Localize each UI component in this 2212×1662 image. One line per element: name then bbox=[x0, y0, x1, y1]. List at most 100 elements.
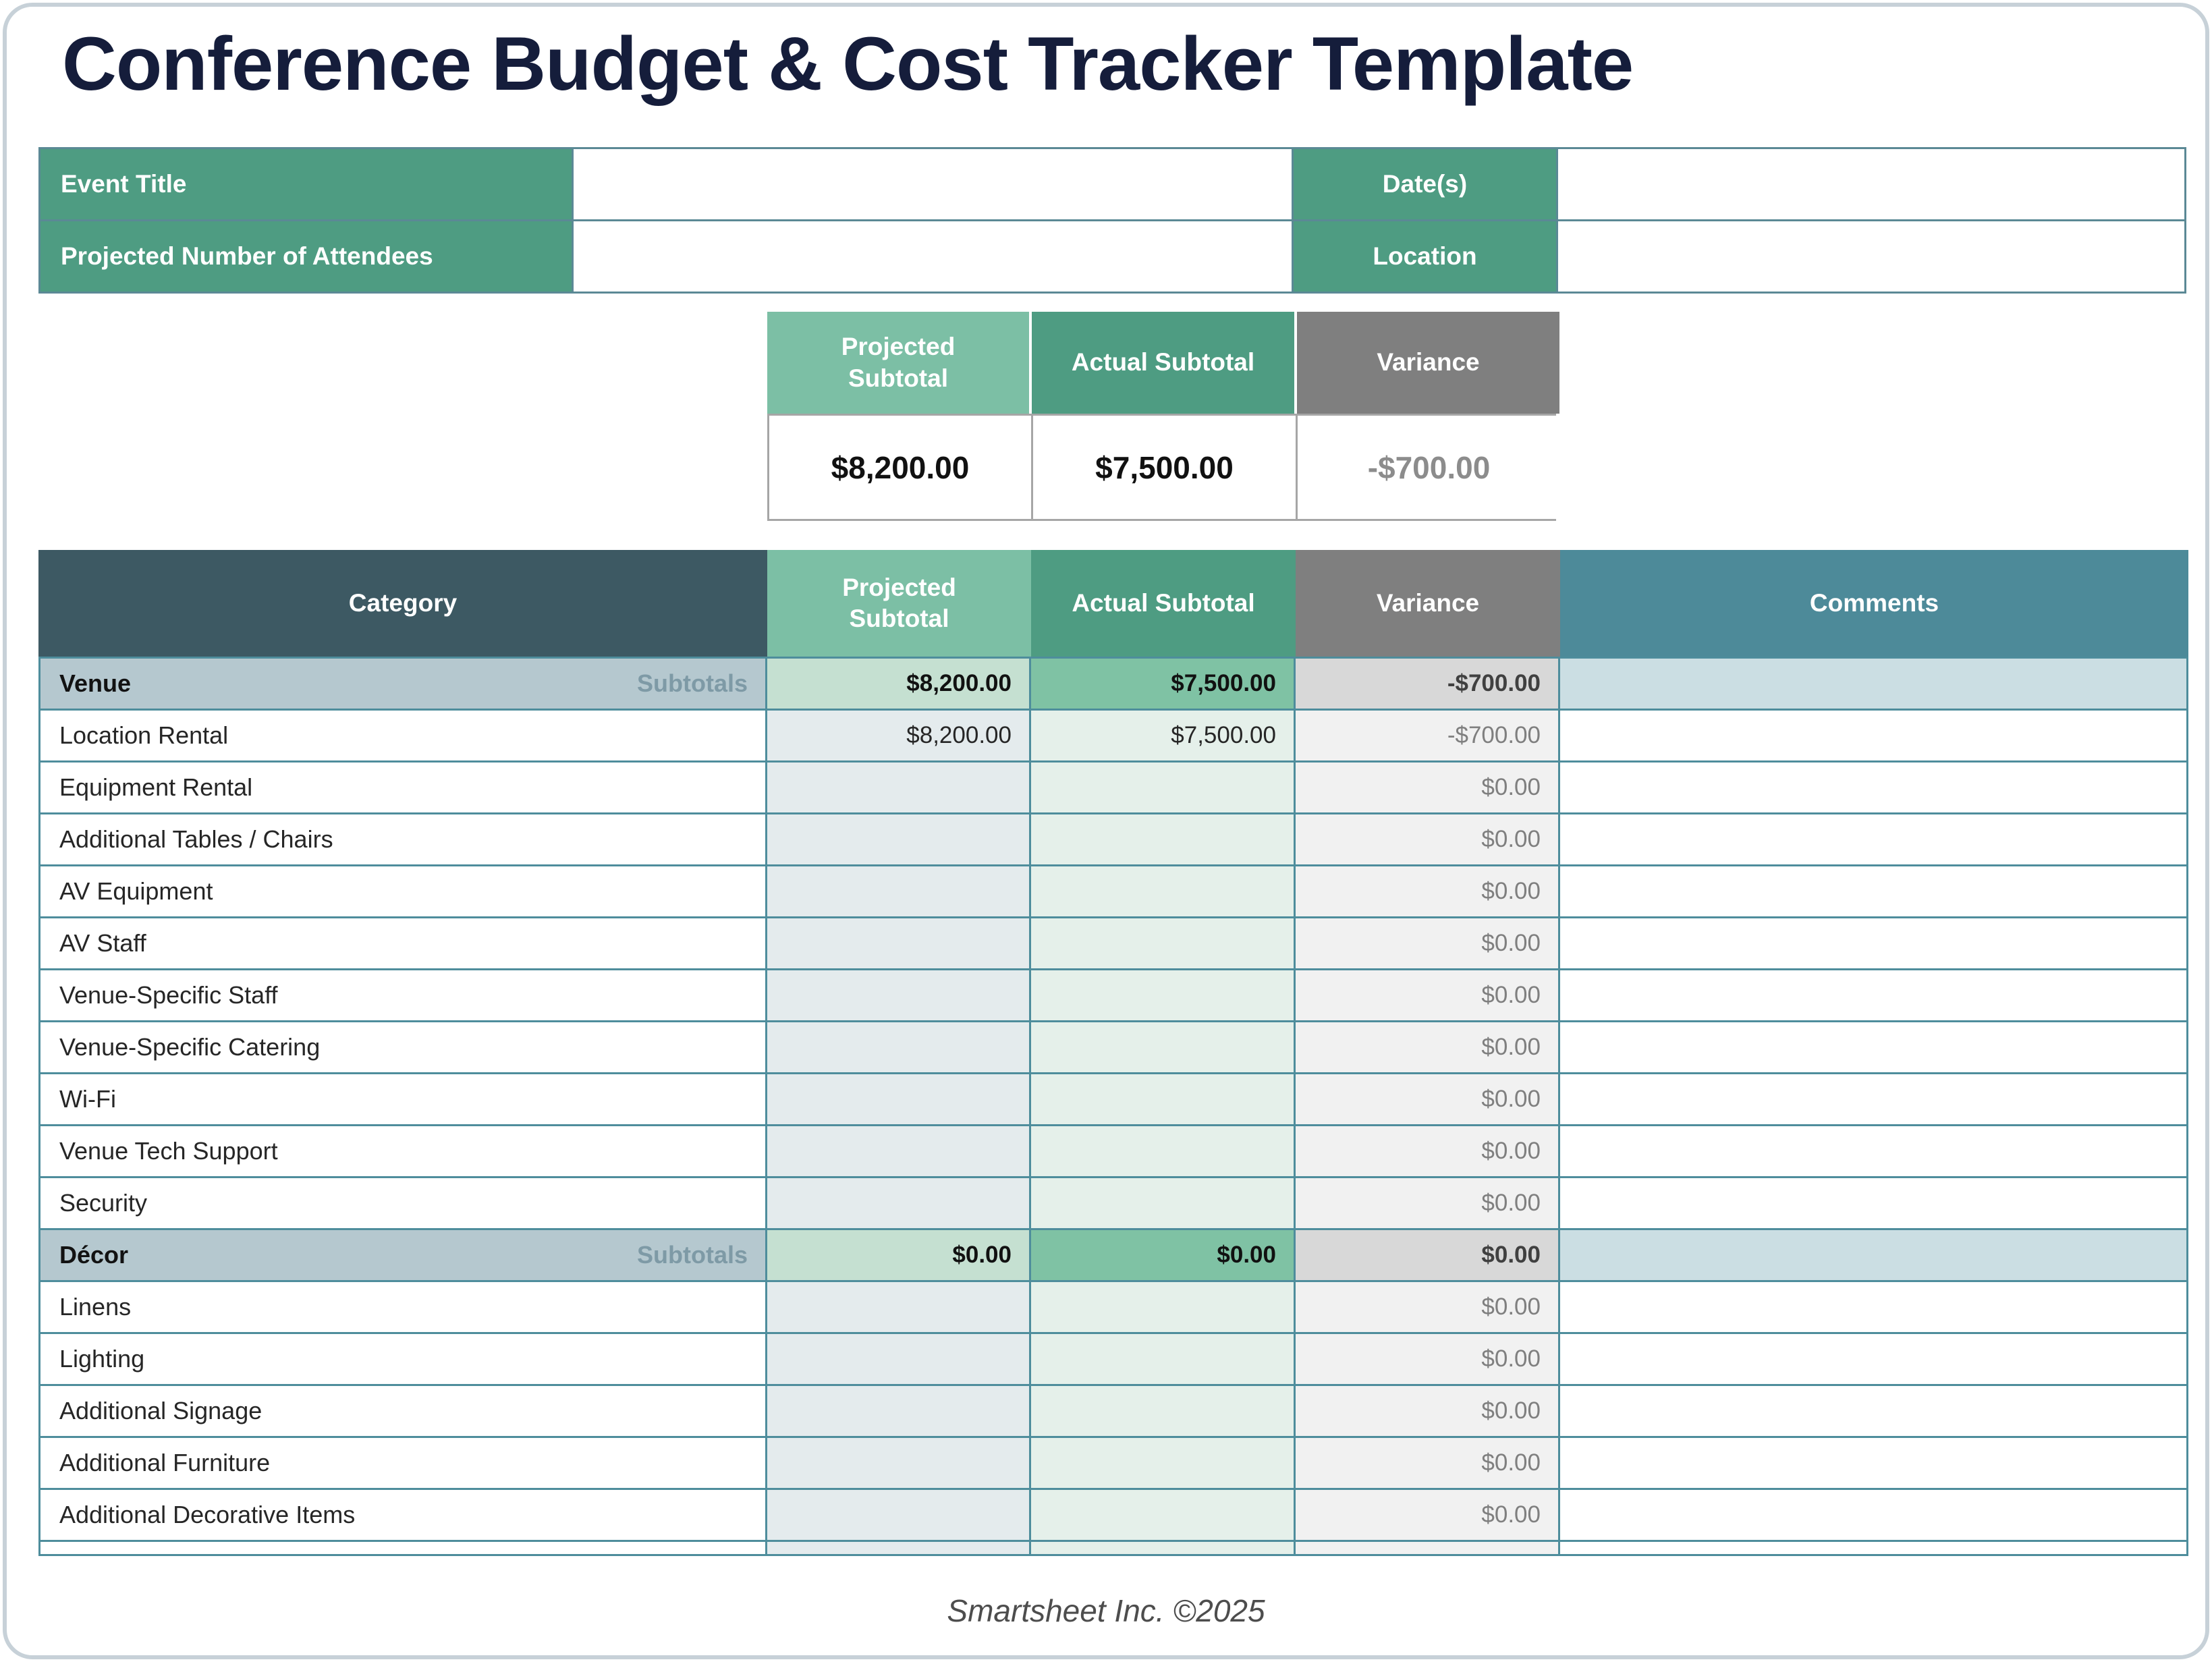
summary-value-projected[interactable]: $8,200.00 bbox=[769, 416, 1031, 519]
cell-actual[interactable] bbox=[1031, 1386, 1294, 1436]
cell-comments[interactable] bbox=[1560, 1126, 2186, 1176]
cell-comments[interactable] bbox=[1560, 659, 2186, 709]
cell-comments[interactable] bbox=[1560, 1282, 2186, 1332]
cell-actual[interactable] bbox=[1031, 1074, 1294, 1124]
cell-variance[interactable]: $0.00 bbox=[1296, 866, 1558, 916]
cell-comments[interactable] bbox=[1560, 1074, 2186, 1124]
cell-projected[interactable] bbox=[767, 918, 1029, 968]
cell-projected[interactable] bbox=[767, 866, 1029, 916]
cell-variance[interactable]: $0.00 bbox=[1296, 1334, 1558, 1384]
cell-comments[interactable] bbox=[1560, 866, 2186, 916]
cell-variance[interactable]: $0.00 bbox=[1296, 814, 1558, 864]
cell-comments[interactable] bbox=[1560, 918, 2186, 968]
cell-variance[interactable]: $0.00 bbox=[1296, 1438, 1558, 1488]
cell-actual[interactable] bbox=[1031, 1178, 1294, 1228]
cell-category[interactable]: Décor Subtotals bbox=[40, 1230, 765, 1280]
cell-category[interactable]: Additional Furniture bbox=[40, 1438, 765, 1488]
cell-actual[interactable] bbox=[1031, 1282, 1294, 1332]
form-input-attendees[interactable] bbox=[574, 221, 1292, 292]
cell-variance[interactable]: $0.00 bbox=[1296, 1490, 1558, 1540]
cell-comments[interactable] bbox=[1560, 1022, 2186, 1072]
cell-projected[interactable] bbox=[767, 1334, 1029, 1384]
header-actual-subtotal: Actual Subtotal bbox=[1031, 550, 1296, 657]
cell-projected[interactable]: $8,200.00 bbox=[767, 711, 1029, 760]
cell-variance[interactable]: $0.00 bbox=[1296, 1022, 1558, 1072]
cell-actual[interactable] bbox=[1031, 1542, 1294, 1554]
cell-variance[interactable] bbox=[1296, 1542, 1558, 1554]
cell-variance[interactable]: $0.00 bbox=[1296, 1074, 1558, 1124]
cell-projected[interactable] bbox=[767, 1126, 1029, 1176]
cell-projected[interactable] bbox=[767, 1542, 1029, 1554]
cell-actual[interactable] bbox=[1031, 1022, 1294, 1072]
cell-category[interactable]: Additional Signage bbox=[40, 1386, 765, 1436]
summary-value-variance[interactable]: -$700.00 bbox=[1298, 416, 1560, 519]
cell-projected[interactable] bbox=[767, 1438, 1029, 1488]
form-input-location[interactable] bbox=[1558, 221, 2184, 292]
sheet: { "page": { "title": "Conference Budget … bbox=[0, 0, 2212, 1662]
cell-variance[interactable]: $0.00 bbox=[1296, 1282, 1558, 1332]
cell-actual[interactable] bbox=[1031, 1334, 1294, 1384]
cell-category[interactable]: Venue-Specific Catering bbox=[40, 1022, 765, 1072]
cell-comments[interactable] bbox=[1560, 1542, 2186, 1554]
cell-projected[interactable] bbox=[767, 1386, 1029, 1436]
cell-comments[interactable] bbox=[1560, 814, 2186, 864]
cell-actual[interactable] bbox=[1031, 1126, 1294, 1176]
cell-variance[interactable]: $0.00 bbox=[1296, 1178, 1558, 1228]
cell-projected[interactable]: $8,200.00 bbox=[767, 659, 1029, 709]
cell-projected[interactable] bbox=[767, 1074, 1029, 1124]
cell-comments[interactable] bbox=[1560, 1178, 2186, 1228]
cell-projected[interactable]: $0.00 bbox=[767, 1230, 1029, 1280]
cell-variance[interactable]: -$700.00 bbox=[1296, 711, 1558, 760]
table-row: Equipment Rental $0.00 bbox=[40, 763, 2186, 812]
cell-category[interactable]: Venue Subtotals bbox=[40, 659, 765, 709]
cell-category[interactable]: Venue Tech Support bbox=[40, 1126, 765, 1176]
cell-actual[interactable]: $7,500.00 bbox=[1031, 711, 1294, 760]
cell-variance[interactable]: $0.00 bbox=[1296, 1230, 1558, 1280]
cell-category[interactable]: Additional Tables / Chairs bbox=[40, 814, 765, 864]
cell-comments[interactable] bbox=[1560, 1230, 2186, 1280]
cell-category[interactable]: AV Staff bbox=[40, 918, 765, 968]
summary-value-actual[interactable]: $7,500.00 bbox=[1033, 416, 1296, 519]
cell-category[interactable]: Additional Decorative Items bbox=[40, 1490, 765, 1540]
cell-projected[interactable] bbox=[767, 1282, 1029, 1332]
cell-comments[interactable] bbox=[1560, 711, 2186, 760]
cell-category[interactable]: AV Equipment bbox=[40, 866, 765, 916]
cell-projected[interactable] bbox=[767, 1022, 1029, 1072]
cell-actual[interactable] bbox=[1031, 1438, 1294, 1488]
cell-category[interactable]: Linens bbox=[40, 1282, 765, 1332]
form-input-event-title[interactable] bbox=[574, 149, 1292, 219]
cell-projected[interactable] bbox=[767, 1490, 1029, 1540]
cell-category[interactable]: Venue-Specific Staff bbox=[40, 970, 765, 1020]
cell-comments[interactable] bbox=[1560, 1386, 2186, 1436]
cell-variance[interactable]: -$700.00 bbox=[1296, 659, 1558, 709]
cell-comments[interactable] bbox=[1560, 1490, 2186, 1540]
cell-variance[interactable]: $0.00 bbox=[1296, 763, 1558, 812]
cell-actual[interactable] bbox=[1031, 814, 1294, 864]
cell-category[interactable]: Equipment Rental bbox=[40, 763, 765, 812]
cell-variance[interactable]: $0.00 bbox=[1296, 970, 1558, 1020]
cell-comments[interactable] bbox=[1560, 1438, 2186, 1488]
cell-variance[interactable]: $0.00 bbox=[1296, 1126, 1558, 1176]
cell-actual[interactable] bbox=[1031, 866, 1294, 916]
cell-projected[interactable] bbox=[767, 763, 1029, 812]
cell-comments[interactable] bbox=[1560, 763, 2186, 812]
cell-projected[interactable] bbox=[767, 814, 1029, 864]
cell-category[interactable]: Wi-Fi bbox=[40, 1074, 765, 1124]
cell-actual[interactable] bbox=[1031, 1490, 1294, 1540]
form-input-dates[interactable] bbox=[1558, 149, 2184, 219]
cell-category[interactable]: Location Rental bbox=[40, 711, 765, 760]
cell-comments[interactable] bbox=[1560, 970, 2186, 1020]
cell-actual[interactable] bbox=[1031, 970, 1294, 1020]
cell-projected[interactable] bbox=[767, 1178, 1029, 1228]
cell-variance[interactable]: $0.00 bbox=[1296, 918, 1558, 968]
cell-category[interactable]: Lighting bbox=[40, 1334, 765, 1384]
cell-category[interactable] bbox=[40, 1542, 765, 1554]
cell-actual[interactable]: $7,500.00 bbox=[1031, 659, 1294, 709]
cell-category[interactable]: Security bbox=[40, 1178, 765, 1228]
cell-actual[interactable] bbox=[1031, 763, 1294, 812]
cell-comments[interactable] bbox=[1560, 1334, 2186, 1384]
cell-projected[interactable] bbox=[767, 970, 1029, 1020]
cell-variance[interactable]: $0.00 bbox=[1296, 1386, 1558, 1436]
cell-actual[interactable] bbox=[1031, 918, 1294, 968]
cell-actual[interactable]: $0.00 bbox=[1031, 1230, 1294, 1280]
